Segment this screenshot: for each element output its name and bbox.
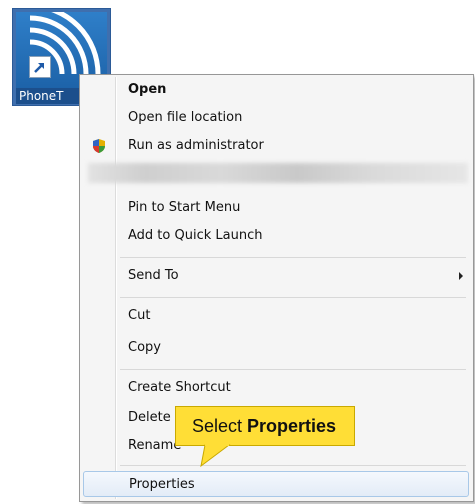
- menu-item-label: Cut: [128, 308, 151, 323]
- menu-item-open[interactable]: Open: [80, 77, 473, 103]
- menu-item-label: Copy: [128, 340, 161, 355]
- menu-item-run-as-administrator[interactable]: Run as administrator: [80, 133, 473, 159]
- menu-item-label: Add to Quick Launch: [128, 228, 263, 243]
- shortcut-arrow-icon: [29, 56, 51, 78]
- menu-item-label: Send To: [128, 268, 179, 283]
- menu-separator: [120, 257, 466, 258]
- menu-item-label: Delete: [128, 410, 171, 425]
- blurred-menu-item: [88, 163, 468, 183]
- menu-separator: [120, 369, 466, 370]
- menu-item-label: Create Shortcut: [128, 380, 231, 395]
- menu-item-create-shortcut[interactable]: Create Shortcut: [80, 375, 473, 401]
- menu-separator: [120, 465, 466, 466]
- menu-item-add-to-quick-launch[interactable]: Add to Quick Launch: [80, 223, 473, 249]
- menu-item-send-to[interactable]: Send To: [80, 263, 473, 289]
- menu-item-label: Run as administrator: [128, 138, 264, 153]
- menu-item-label: Open file location: [128, 110, 243, 125]
- menu-separator: [120, 297, 466, 298]
- menu-item-label: Open: [128, 82, 167, 97]
- callout-pointer: [200, 444, 231, 468]
- menu-item-properties[interactable]: Properties: [83, 471, 469, 497]
- menu-item-open-file-location[interactable]: Open file location: [80, 105, 473, 131]
- menu-item-label: Pin to Start Menu: [128, 200, 241, 215]
- menu-item-copy[interactable]: Copy: [80, 335, 473, 361]
- menu-item-pin-to-start-menu[interactable]: Pin to Start Menu: [80, 195, 473, 221]
- callout-emphasis: Properties: [247, 416, 337, 436]
- menu-item-label: Properties: [129, 477, 195, 492]
- submenu-arrow-icon: [459, 272, 463, 280]
- menu-item-cut[interactable]: Cut: [80, 303, 473, 329]
- menu-item-label: Rename: [128, 438, 182, 453]
- callout-select-properties: Select Properties: [175, 406, 355, 446]
- shield-icon: [91, 138, 107, 154]
- callout-prefix: Select: [192, 416, 248, 436]
